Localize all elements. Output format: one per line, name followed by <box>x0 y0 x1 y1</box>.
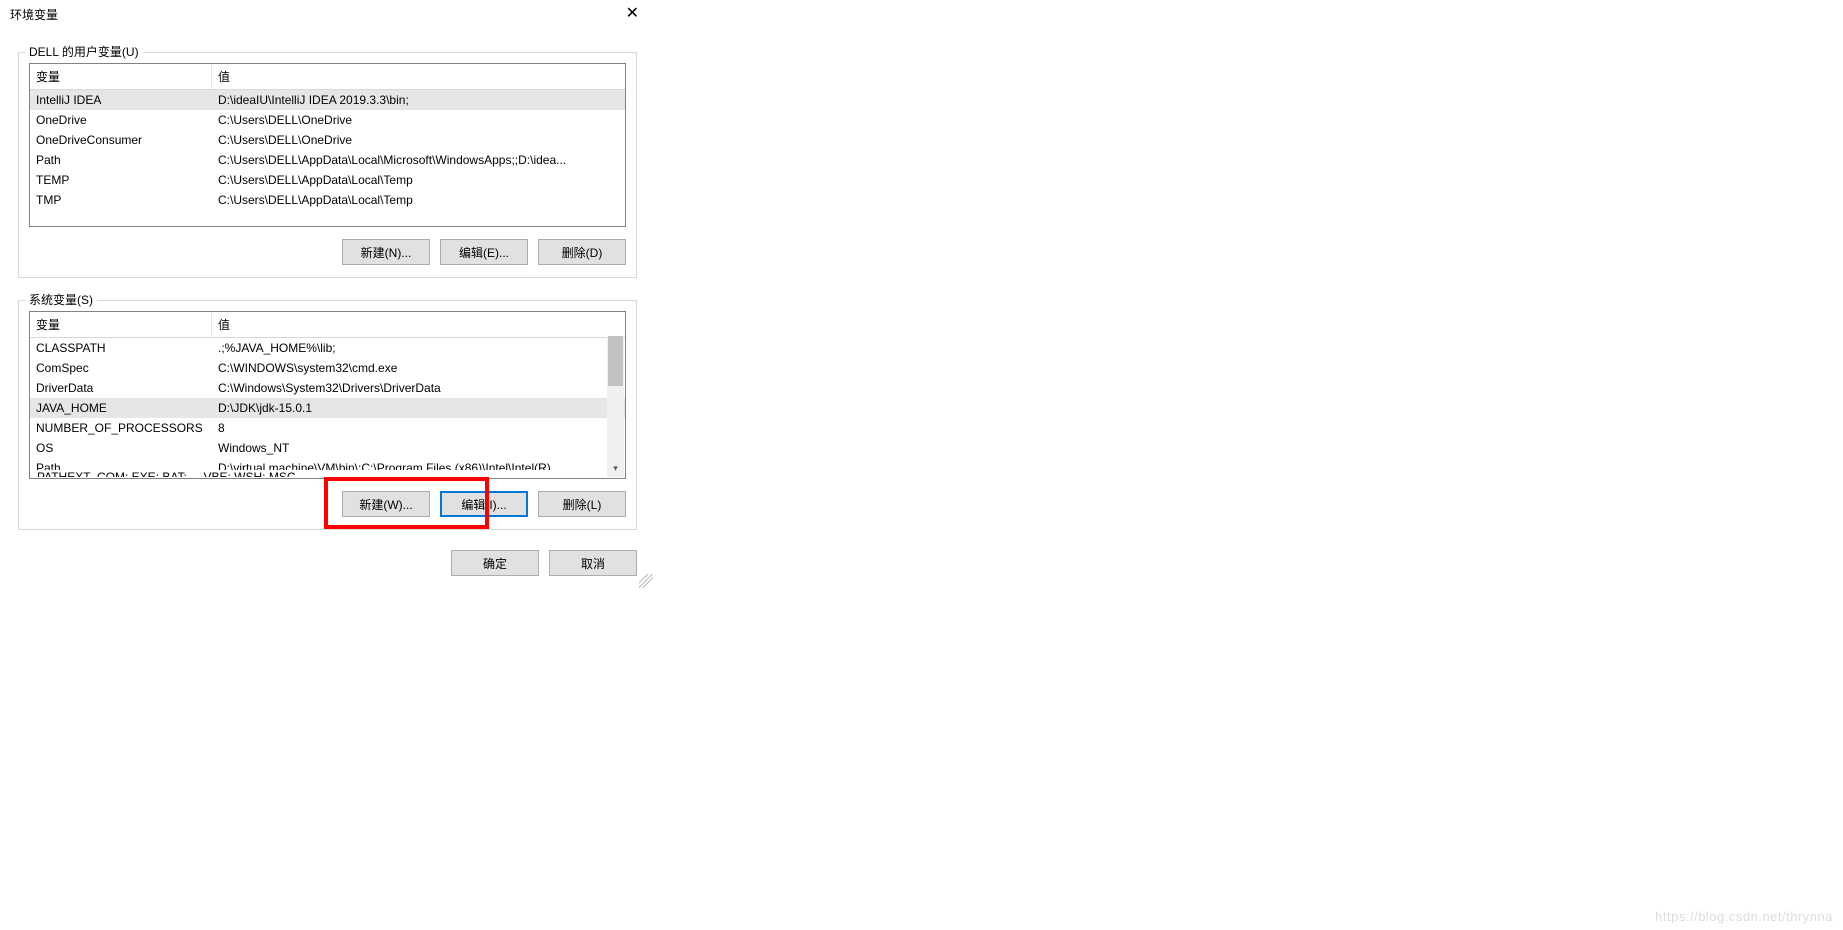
table-row[interactable]: OneDriveConsumerC:\Users\DELL\OneDrive <box>30 130 625 150</box>
scroll-thumb[interactable] <box>608 336 623 386</box>
cell-value: C:\Users\DELL\OneDrive <box>212 132 625 148</box>
user-new-button[interactable]: 新建(N)... <box>342 239 430 265</box>
table-row[interactable]: TEMPC:\Users\DELL\AppData\Local\Temp <box>30 170 625 190</box>
table-row[interactable]: DriverDataC:\Windows\System32\Drivers\Dr… <box>30 378 625 398</box>
table-row[interactable]: JAVA_HOMED:\JDK\jdk-15.0.1 <box>30 398 625 418</box>
cell-value: Windows_NT <box>212 440 625 456</box>
cell-value: 8 <box>212 420 625 436</box>
cell-variable: OneDrive <box>30 112 212 128</box>
cell-value: C:\Users\DELL\AppData\Local\Microsoft\Wi… <box>212 152 625 168</box>
cell-value: C:\WINDOWS\system32\cmd.exe <box>212 360 625 376</box>
table-row[interactable]: PathC:\Users\DELL\AppData\Local\Microsof… <box>30 150 625 170</box>
table-row[interactable]: CLASSPATH.;%JAVA_HOME%\lib; <box>30 338 625 358</box>
sys-edit-button[interactable]: 编辑(I)... <box>440 491 528 517</box>
cell-value: C:\Users\DELL\AppData\Local\Temp <box>212 192 625 208</box>
cell-variable: Path <box>30 152 212 168</box>
table-row[interactable]: NUMBER_OF_PROCESSORS8 <box>30 418 625 438</box>
col-header-variable[interactable]: 变量 <box>30 64 212 89</box>
cancel-button[interactable]: 取消 <box>549 550 637 576</box>
col-header-value[interactable]: 值 <box>212 64 625 89</box>
partial-row: PATHEXT .COM;.EXE;.BAT;... .VBE;.WSH;.MS… <box>31 470 607 477</box>
footer-buttons: 确定 取消 <box>18 550 637 576</box>
cell-value: C:\Users\DELL\AppData\Local\Temp <box>212 172 625 188</box>
system-variables-group: 系统变量(S) 变量 值 CLASSPATH.;%JAVA_HOME%\lib;… <box>18 300 637 530</box>
user-variables-list[interactable]: 变量 值 IntelliJ IDEAD:\ideaIU\IntelliJ IDE… <box>29 63 626 227</box>
sys-new-button[interactable]: 新建(W)... <box>342 491 430 517</box>
table-row[interactable]: OSWindows_NT <box>30 438 625 458</box>
cell-value: C:\Users\DELL\OneDrive <box>212 112 625 128</box>
cell-variable: OS <box>30 440 212 456</box>
close-icon[interactable]: ✕ <box>618 4 647 24</box>
user-buttons-row: 新建(N)... 编辑(E)... 删除(D) <box>29 239 626 265</box>
cell-variable: IntelliJ IDEA <box>30 92 212 108</box>
user-variables-group: DELL 的用户变量(U) 变量 值 IntelliJ IDEAD:\ideaI… <box>18 52 637 278</box>
cell-variable: OneDriveConsumer <box>30 132 212 148</box>
table-row[interactable]: TMPC:\Users\DELL\AppData\Local\Temp <box>30 190 625 210</box>
system-variables-list[interactable]: 变量 值 CLASSPATH.;%JAVA_HOME%\lib;ComSpecC… <box>29 311 626 479</box>
list-body: CLASSPATH.;%JAVA_HOME%\lib;ComSpecC:\WIN… <box>30 338 625 478</box>
cell-variable: TMP <box>30 192 212 208</box>
col-header-variable[interactable]: 变量 <box>30 312 212 337</box>
cell-variable: NUMBER_OF_PROCESSORS <box>30 420 212 436</box>
cell-value: D:\JDK\jdk-15.0.1 <box>212 400 625 416</box>
env-variables-dialog: 环境变量 ✕ DELL 的用户变量(U) 变量 值 IntelliJ IDEAD… <box>0 0 655 590</box>
ok-button[interactable]: 确定 <box>451 550 539 576</box>
cell-variable: CLASSPATH <box>30 340 212 356</box>
user-edit-button[interactable]: 编辑(E)... <box>440 239 528 265</box>
cell-value: .;%JAVA_HOME%\lib; <box>212 340 625 356</box>
dialog-content: DELL 的用户变量(U) 变量 值 IntelliJ IDEAD:\ideaI… <box>0 28 655 590</box>
cell-value: D:\ideaIU\IntelliJ IDEA 2019.3.3\bin; <box>212 92 625 108</box>
cell-variable: TEMP <box>30 172 212 188</box>
user-delete-button[interactable]: 删除(D) <box>538 239 626 265</box>
resize-grip-icon[interactable] <box>639 574 653 588</box>
watermark-text: https://blog.csdn.net/thrynna <box>1655 909 1833 924</box>
list-header: 变量 值 <box>30 312 625 338</box>
table-row[interactable]: ComSpecC:\WINDOWS\system32\cmd.exe <box>30 358 625 378</box>
list-body: IntelliJ IDEAD:\ideaIU\IntelliJ IDEA 201… <box>30 90 625 210</box>
vertical-scrollbar[interactable]: ▾ <box>607 336 624 477</box>
list-header: 变量 值 <box>30 64 625 90</box>
sys-buttons-row: 新建(W)... 编辑(I)... 删除(L) <box>29 491 626 517</box>
col-header-value[interactable]: 值 <box>212 312 625 337</box>
user-group-legend: DELL 的用户变量(U) <box>25 43 143 60</box>
scroll-down-icon[interactable]: ▾ <box>607 460 624 477</box>
titlebar: 环境变量 ✕ <box>0 0 655 28</box>
cell-variable: ComSpec <box>30 360 212 376</box>
cell-variable: DriverData <box>30 380 212 396</box>
table-row[interactable]: IntelliJ IDEAD:\ideaIU\IntelliJ IDEA 201… <box>30 90 625 110</box>
table-row[interactable]: OneDriveC:\Users\DELL\OneDrive <box>30 110 625 130</box>
sys-group-legend: 系统变量(S) <box>25 291 97 308</box>
dialog-title: 环境变量 <box>8 6 58 23</box>
cell-variable: JAVA_HOME <box>30 400 212 416</box>
sys-delete-button[interactable]: 删除(L) <box>538 491 626 517</box>
cell-value: C:\Windows\System32\Drivers\DriverData <box>212 380 625 396</box>
